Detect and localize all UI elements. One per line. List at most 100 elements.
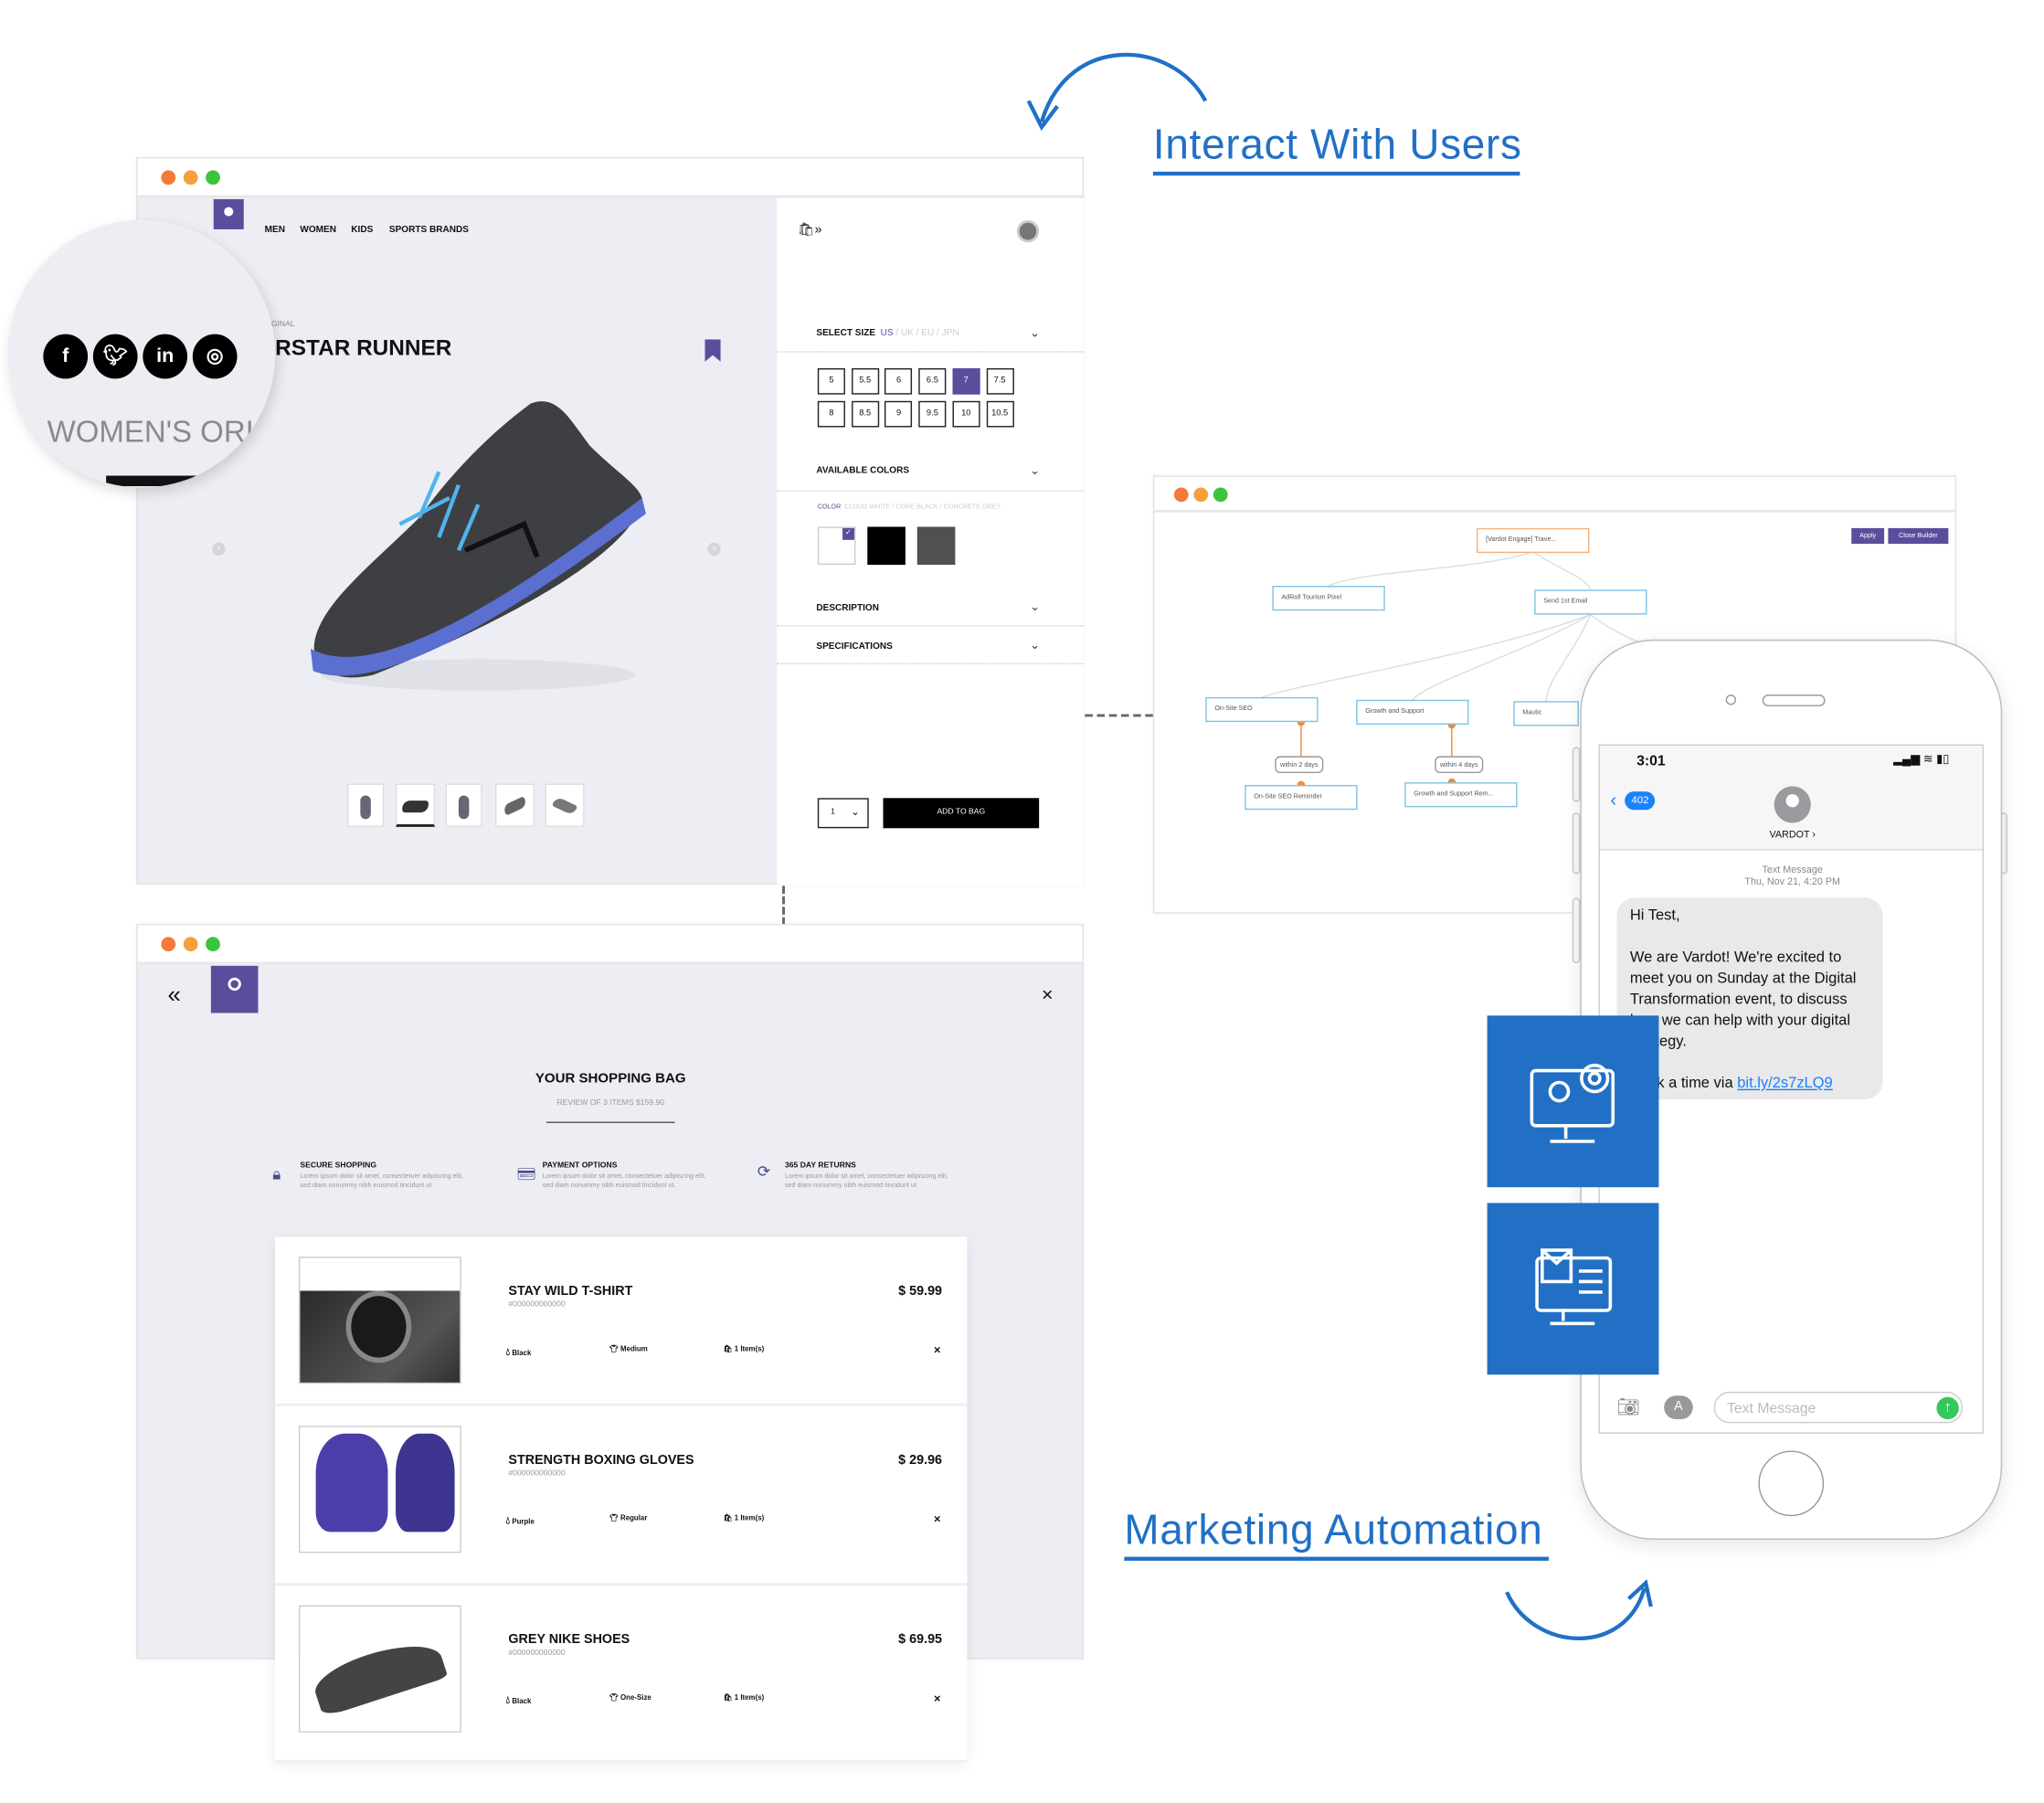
minimize-dot[interactable] [183, 937, 198, 952]
cart-icon[interactable]: 🛍︎» [798, 223, 821, 238]
flow-node[interactable]: On-Site SEO Reminder [1244, 784, 1358, 811]
swatch-white[interactable]: ✓ [817, 526, 856, 566]
size-option[interactable]: 6.5 [918, 367, 947, 395]
user-avatar[interactable] [1016, 219, 1040, 243]
select-size-label: SELECT SIZE US / UK / EU / JPN [816, 328, 959, 338]
bag-icon: 🛍︎ [723, 1514, 733, 1523]
thumbnail[interactable] [445, 783, 482, 827]
linkedin-icon[interactable]: in [143, 334, 188, 379]
nav-men[interactable]: MEN [265, 226, 285, 235]
bookmark-icon[interactable] [704, 339, 721, 362]
close-dot[interactable] [1173, 487, 1189, 503]
phone-speaker [1762, 695, 1826, 706]
flow-node[interactable]: Mautic [1513, 701, 1579, 727]
flow-condition[interactable]: within 4 days [1435, 756, 1484, 774]
product-thumbnail[interactable] [298, 1257, 461, 1384]
prev-image-button[interactable]: ‹ [212, 542, 226, 557]
size-option[interactable]: 7 [952, 367, 980, 395]
swatch-grey[interactable] [916, 526, 956, 566]
flow-node[interactable]: On-Site SEO [1205, 696, 1319, 723]
item-name[interactable]: GREY NIKE SHOES [508, 1633, 630, 1648]
minimize-dot[interactable] [1193, 487, 1209, 503]
camera-icon[interactable]: 📷︎ [1617, 1395, 1640, 1417]
remove-item-button[interactable]: × [934, 1692, 941, 1704]
nav-sports-brands[interactable]: SPORTS BRANDS [389, 226, 469, 235]
specifications-toggle[interactable]: SPECIFICATIONS [816, 642, 892, 652]
message-input[interactable]: Text Message [1713, 1391, 1964, 1424]
maximize-dot[interactable] [1213, 487, 1228, 503]
item-size: 👕︎ Regular [609, 1514, 648, 1523]
flow-node[interactable]: AdRoll Tourism Pixel [1272, 585, 1385, 611]
maximize-dot[interactable] [206, 937, 220, 952]
size-option[interactable]: 10.5 [986, 400, 1014, 428]
size-system-others[interactable]: / UK / EU / JPN [894, 329, 958, 338]
close-dot[interactable] [161, 937, 176, 952]
size-option[interactable]: 9.5 [918, 400, 947, 428]
item-name[interactable]: STAY WILD T-SHIRT [508, 1284, 632, 1299]
remove-item-button[interactable]: × [934, 1343, 941, 1356]
size-option[interactable]: 9 [884, 400, 913, 428]
minimize-dot[interactable] [183, 170, 198, 186]
quantity-select[interactable]: 1 ⌄ [817, 798, 869, 829]
feature-text: Lorem ipsum dolor sit amet, consectetuer… [542, 1172, 706, 1191]
flow-node[interactable]: Growth and Support [1356, 699, 1469, 726]
close-dot[interactable] [161, 170, 176, 186]
nav-kids[interactable]: KIDS [351, 226, 373, 235]
back-button[interactable]: « [168, 981, 181, 1009]
status-icons: ▂▄▆ ≋ ▮▯ [1893, 752, 1950, 766]
bag-item-row: GREY NIKE SHOES #000000000000 $ 69.95 💧︎… [275, 1586, 968, 1763]
size-option[interactable]: 10 [952, 400, 980, 428]
size-option[interactable]: 7.5 [986, 367, 1014, 395]
close-builder-button[interactable]: Close Builder [1888, 527, 1949, 545]
size-system-us[interactable]: US [881, 329, 894, 338]
size-option[interactable]: 8 [817, 400, 845, 428]
chevron-down-icon[interactable]: ⌄ [1030, 638, 1040, 652]
store-logo[interactable] [213, 198, 244, 229]
size-option[interactable]: 6 [884, 367, 913, 395]
lock-icon: 🔒︎ [272, 1164, 281, 1183]
home-button[interactable] [1758, 1450, 1825, 1517]
app-store-icon[interactable]: A [1664, 1395, 1693, 1420]
apply-button[interactable]: Apply [1851, 527, 1885, 545]
contact-name[interactable]: VARDOT › [1727, 828, 1858, 840]
chevron-down-icon[interactable]: ⌄ [1030, 326, 1040, 341]
product-thumbnail[interactable] [298, 1426, 461, 1554]
phone-camera [1725, 695, 1737, 705]
close-button[interactable]: × [1042, 984, 1054, 1006]
maximize-dot[interactable] [206, 170, 220, 186]
size-option[interactable]: 5.5 [851, 367, 879, 395]
size-option[interactable]: 5 [817, 367, 845, 395]
nav-women[interactable]: WOMEN [300, 226, 336, 235]
description-toggle[interactable]: DESCRIPTION [816, 604, 879, 613]
chevron-down-icon[interactable]: ⌄ [1030, 600, 1040, 615]
back-chevron-icon[interactable]: ‹ [1610, 789, 1616, 810]
thumbnail-active[interactable] [396, 783, 436, 827]
flow-condition[interactable]: within 2 days [1275, 756, 1324, 774]
unread-badge[interactable]: 402 [1625, 791, 1656, 811]
message-link[interactable]: bit.ly/2s7zLQ9 [1737, 1076, 1833, 1091]
facebook-icon[interactable]: f [43, 334, 89, 379]
contact-avatar[interactable] [1774, 786, 1811, 823]
title-bar [1154, 476, 1955, 513]
swatch-black[interactable] [867, 526, 906, 566]
store-logo[interactable] [210, 965, 259, 1013]
instagram-icon[interactable]: ◎ [192, 334, 238, 379]
thumbnail[interactable] [347, 783, 385, 827]
send-arrow-icon[interactable]: ↑ [1936, 1396, 1959, 1420]
item-name[interactable]: STRENGTH BOXING GLOVES [508, 1453, 694, 1468]
droplet-icon: 💧︎ [505, 1514, 511, 1527]
flow-node[interactable]: [Vardot Engage] Trave... [1477, 527, 1590, 554]
thumbnail[interactable] [495, 783, 535, 827]
thumbnail[interactable] [545, 783, 585, 827]
twitter-icon[interactable]: 🐦︎ [92, 334, 138, 379]
add-to-bag-button[interactable]: ADD TO BAG [883, 798, 1040, 829]
next-image-button[interactable]: › [707, 542, 721, 557]
size-option[interactable]: 8.5 [851, 400, 879, 428]
flow-node[interactable]: Growth and Support Rem... [1404, 782, 1518, 808]
chevron-down-icon[interactable]: ⌄ [1030, 464, 1040, 479]
flow-node[interactable]: Send 1st Email [1534, 589, 1647, 615]
divider [777, 351, 1084, 353]
remove-item-button[interactable]: × [934, 1512, 941, 1525]
available-colors-label[interactable]: AVAILABLE COLORS [816, 467, 909, 476]
product-thumbnail[interactable] [298, 1605, 461, 1733]
